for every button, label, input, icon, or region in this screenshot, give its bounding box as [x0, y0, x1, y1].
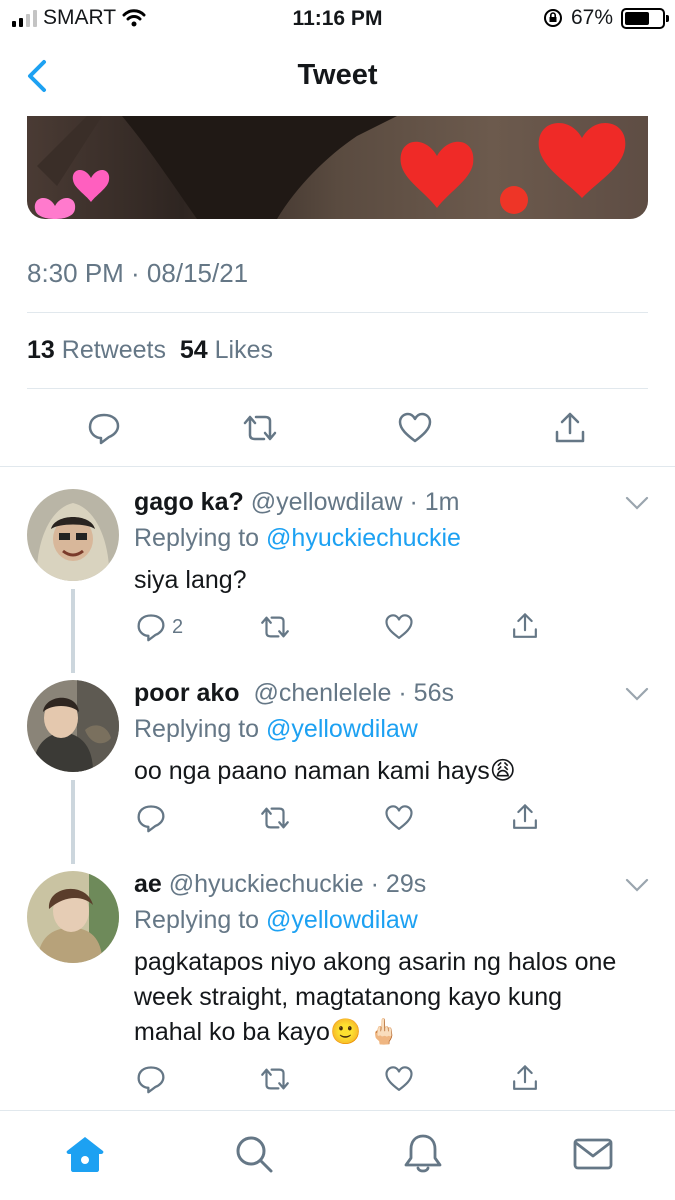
- reply-text: siya lang?: [134, 566, 247, 594]
- divider: [27, 312, 648, 313]
- chevron-down-icon[interactable]: [624, 875, 650, 895]
- display-name[interactable]: poor ako: [134, 679, 240, 707]
- reply-time: · 29s: [370, 870, 427, 898]
- handle[interactable]: @yellowdilaw: [251, 488, 403, 516]
- tab-messages[interactable]: [570, 1131, 616, 1177]
- replying-to-link[interactable]: @yellowdilaw: [266, 715, 418, 743]
- share-button[interactable]: [548, 406, 592, 450]
- reply-item[interactable]: gago ka? @yellowdilaw · 1m Replying to @…: [0, 467, 675, 673]
- tab-bar: [0, 1110, 675, 1200]
- likes-stat[interactable]: 54 Likes: [180, 336, 273, 364]
- like-button[interactable]: [393, 406, 437, 450]
- avatar-image: [27, 489, 119, 581]
- chevron-down-icon[interactable]: [624, 493, 650, 513]
- heart-icon: [385, 1066, 413, 1091]
- avatar[interactable]: [27, 871, 119, 963]
- tab-home[interactable]: [62, 1131, 108, 1177]
- retweets-stat[interactable]: 13 Retweets: [27, 336, 166, 364]
- share-button[interactable]: [510, 610, 540, 642]
- reply-button[interactable]: 2: [136, 612, 183, 642]
- replying-to-link[interactable]: @yellowdilaw: [266, 906, 418, 934]
- replying-prefix: Replying to: [134, 524, 260, 552]
- replying-to: Replying to @hyuckiechuckie: [134, 524, 461, 553]
- replying-to: Replying to @yellowdilaw: [134, 715, 418, 744]
- heart-icon: [398, 412, 432, 443]
- tweet-actions: [0, 398, 675, 458]
- tweet-stats: 13 Retweets 54 Likes: [27, 336, 273, 365]
- share-button[interactable]: [510, 801, 540, 833]
- reply-header: poor ako @chenlelele · 56s: [134, 679, 454, 708]
- replying-prefix: Replying to: [134, 906, 260, 934]
- divider: [27, 388, 648, 389]
- share-icon: [513, 613, 537, 638]
- retweet-button[interactable]: [258, 1064, 292, 1094]
- reply-text: pagkatapos niyo akong asarin ng halos on…: [134, 948, 617, 1046]
- bell-icon: [404, 1134, 442, 1173]
- battery-icon: [621, 7, 669, 29]
- tweet-image-graphic: [34, 116, 626, 219]
- avatar-image: [27, 871, 119, 963]
- reply-count: 2: [172, 615, 184, 638]
- battery-percent: 67%: [570, 6, 613, 29]
- retweet-icon: [261, 1068, 289, 1090]
- reply-time: · 56s: [398, 679, 454, 707]
- avatar[interactable]: [27, 680, 119, 772]
- retweet-button[interactable]: [258, 803, 292, 833]
- reply-item[interactable]: poor ako @chenlelele · 56s Replying to @…: [0, 658, 675, 864]
- replying-to: Replying to @yellowdilaw: [134, 906, 418, 935]
- reply-item[interactable]: ae @hyuckiechuckie · 29s Replying to @ye…: [0, 849, 675, 1109]
- like-button[interactable]: [384, 803, 414, 833]
- likes-label: Likes: [214, 336, 274, 364]
- display-name[interactable]: gago ka?: [134, 488, 244, 516]
- replying-to-link[interactable]: @hyuckiechuckie: [266, 524, 461, 552]
- status-bar: SMART 11:16 PM 67%: [0, 0, 675, 38]
- tab-notifications[interactable]: [400, 1131, 446, 1177]
- search-icon: [236, 1136, 273, 1173]
- reply-button[interactable]: [136, 1064, 166, 1094]
- retweet-button[interactable]: [258, 612, 292, 642]
- share-icon: [513, 1065, 537, 1090]
- tab-search[interactable]: [231, 1131, 277, 1177]
- tweet-timestamp: 8:30 PM · 08/15/21: [27, 258, 249, 288]
- comment-icon: [137, 1066, 165, 1094]
- heart-icon: [385, 614, 413, 639]
- share-button[interactable]: [510, 1062, 540, 1094]
- avatar[interactable]: [27, 489, 119, 581]
- reply-text: oo nga paano naman kami hays😩: [134, 757, 516, 785]
- comment-icon: [88, 413, 120, 445]
- rotation-lock-icon: [543, 9, 562, 27]
- comment-icon: [137, 805, 165, 833]
- likes-count: 54: [179, 336, 208, 364]
- nav-bar: Tweet: [0, 38, 675, 116]
- handle[interactable]: @chenlelele: [253, 679, 391, 707]
- reply-button[interactable]: [82, 406, 126, 450]
- heart-icon: [385, 805, 413, 830]
- page-title: Tweet: [297, 59, 378, 91]
- retweet-icon: [261, 616, 289, 638]
- comment-icon: [137, 614, 165, 642]
- reply-button[interactable]: [136, 803, 166, 833]
- mail-icon: [573, 1138, 613, 1170]
- display-name[interactable]: ae: [134, 870, 162, 898]
- like-button[interactable]: [384, 1064, 414, 1094]
- retweets-count: 13: [27, 336, 55, 364]
- tweet-image[interactable]: [27, 116, 648, 219]
- share-icon: [555, 412, 585, 443]
- handle[interactable]: @hyuckiechuckie: [169, 870, 364, 898]
- like-button[interactable]: [384, 612, 414, 642]
- replying-prefix: Replying to: [134, 715, 260, 743]
- reply-time: · 1m: [409, 488, 460, 516]
- retweets-label: Retweets: [61, 336, 166, 364]
- chevron-down-icon[interactable]: [624, 684, 650, 704]
- reply-header: gago ka? @yellowdilaw · 1m: [134, 488, 459, 517]
- retweet-icon: [243, 415, 277, 441]
- retweet-button[interactable]: [238, 406, 282, 450]
- status-right: 67%: [543, 6, 669, 30]
- retweet-icon: [261, 807, 289, 829]
- avatar-image: [27, 680, 119, 772]
- share-icon: [513, 804, 537, 829]
- home-icon: [66, 1137, 104, 1172]
- reply-header: ae @hyuckiechuckie · 29s: [134, 870, 426, 899]
